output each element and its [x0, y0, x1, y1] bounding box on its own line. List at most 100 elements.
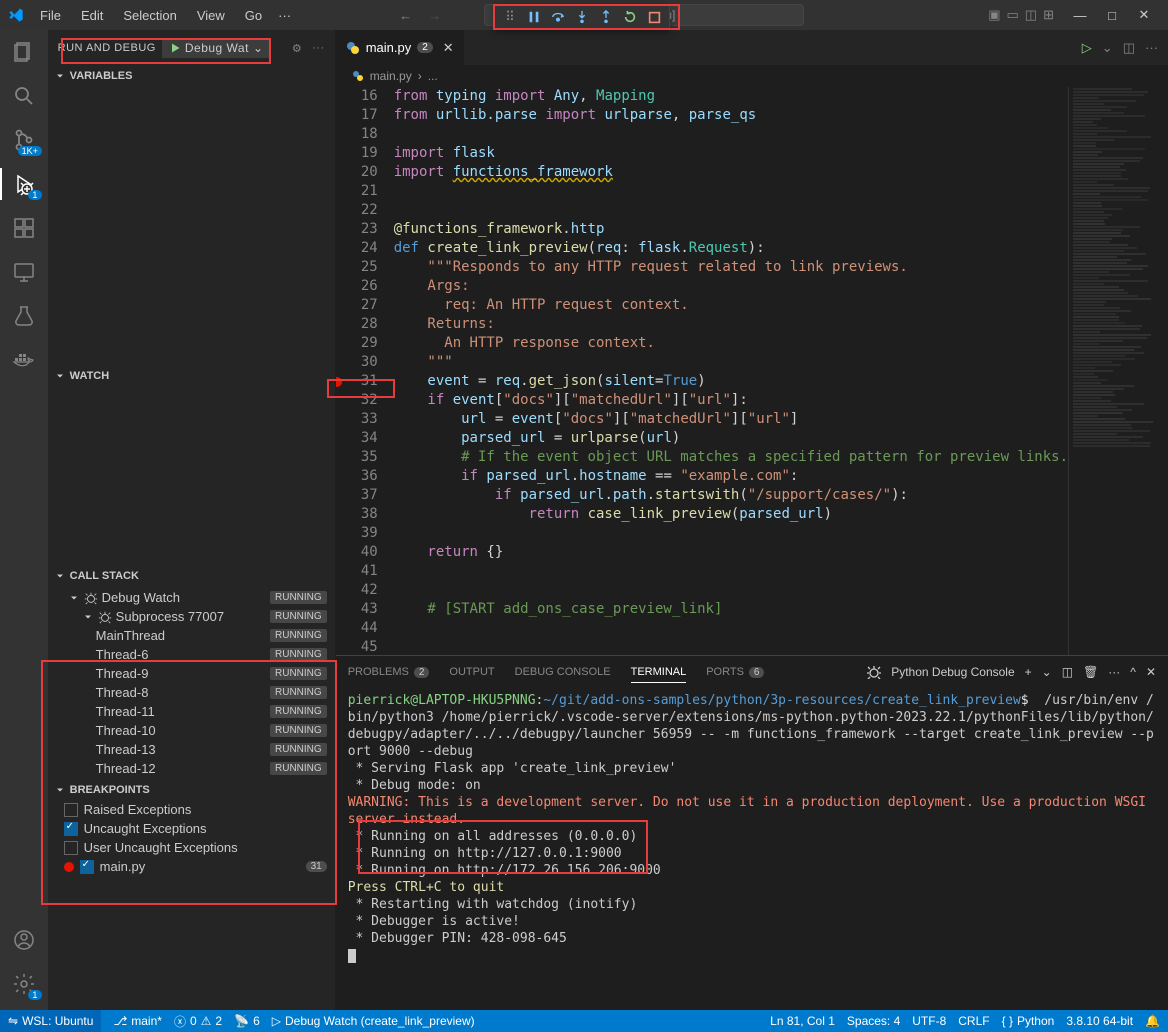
menu-go[interactable]: Go [237, 4, 270, 27]
terminal-name[interactable]: Python Debug Console [891, 665, 1014, 679]
remote-explorer-icon[interactable] [10, 258, 38, 286]
docker-icon[interactable] [10, 346, 38, 374]
new-terminal-icon[interactable]: + [1025, 665, 1032, 679]
callstack-row[interactable]: Thread-6RUNNING [48, 645, 335, 664]
breakpoint-option[interactable]: User Uncaught Exceptions [48, 838, 335, 857]
stop-icon[interactable] [645, 8, 663, 26]
menu-edit[interactable]: Edit [73, 4, 111, 27]
indentation[interactable]: Spaces: 4 [847, 1014, 900, 1028]
panel-tab-debug-console[interactable]: DEBUG CONSOLE [515, 662, 611, 682]
vscode-logo-icon [8, 7, 24, 23]
checkbox[interactable] [64, 841, 78, 855]
layout-icon[interactable]: ⊞ [1043, 7, 1054, 23]
callstack-section[interactable]: CALL STACK [48, 566, 335, 586]
explorer-icon[interactable] [10, 38, 38, 66]
variables-section[interactable]: VARIABLES [48, 66, 335, 86]
checkbox[interactable] [64, 822, 78, 836]
menu-more[interactable]: ··· [270, 4, 299, 27]
git-branch[interactable]: ⎇main* [113, 1014, 162, 1028]
step-out-icon[interactable] [597, 8, 615, 26]
panel-tab-problems[interactable]: PROBLEMS2 [348, 662, 430, 682]
panel-tab-output[interactable]: OUTPUT [449, 662, 494, 682]
menu-view[interactable]: View [189, 4, 233, 27]
encoding[interactable]: UTF-8 [912, 1014, 946, 1028]
breakpoint-option[interactable]: Uncaught Exceptions [48, 819, 335, 838]
panel-tabs: PROBLEMS2 OUTPUT DEBUG CONSOLE TERMINAL PORT… [336, 656, 1168, 688]
layout-icon[interactable]: ▭ [1007, 7, 1019, 23]
checkbox[interactable] [80, 860, 94, 874]
run-debug-icon[interactable]: 1 [10, 170, 38, 198]
close-icon[interactable]: ✕ [1128, 1, 1160, 29]
eol[interactable]: CRLF [958, 1014, 989, 1028]
split-terminal-icon[interactable]: ◫ [1062, 665, 1073, 679]
debug-config-select[interactable]: Debug Wat ⌄ [162, 38, 271, 58]
callstack-row[interactable]: Thread-10RUNNING [48, 721, 335, 740]
problems-status[interactable]: ⓧ0⚠2 [174, 1013, 222, 1030]
extensions-icon[interactable] [10, 214, 38, 242]
debug-status[interactable]: ▷Debug Watch (create_link_preview) [272, 1014, 475, 1028]
editor-tabs: main.py 2 ✕ ▷ ⌄ ◫ ··· [336, 30, 1168, 65]
maximize-icon[interactable]: □ [1096, 1, 1128, 29]
settings-icon[interactable]: 1 [10, 970, 38, 998]
breakpoint-glyph-icon [336, 377, 342, 387]
nav-back-icon[interactable]: ← [399, 8, 412, 23]
python-version[interactable]: 3.8.10 64-bit [1066, 1014, 1133, 1028]
testing-icon[interactable] [10, 302, 38, 330]
layout-icon[interactable]: ▣ [988, 7, 1000, 23]
maximize-panel-icon[interactable]: ^ [1130, 665, 1136, 679]
kill-terminal-icon[interactable]: 🗑 [1083, 665, 1098, 679]
watch-section[interactable]: WATCH [48, 366, 335, 386]
cursor-position[interactable]: Ln 81, Col 1 [770, 1014, 835, 1028]
more-icon[interactable]: ··· [312, 42, 325, 55]
gear-icon[interactable]: ⚙ [292, 42, 302, 55]
callstack-row[interactable]: MainThreadRUNNING [48, 626, 335, 645]
breakpoint-file[interactable]: main.py31 [48, 857, 335, 876]
breakpoint-dot-icon [64, 862, 74, 872]
more-icon[interactable]: ··· [1145, 40, 1158, 56]
panel-tab-ports[interactable]: PORTS6 [706, 662, 764, 682]
drag-handle-icon[interactable]: ⠿ [501, 8, 519, 26]
callstack-row[interactable]: Thread-13RUNNING [48, 740, 335, 759]
run-icon[interactable]: ▷ [1082, 40, 1092, 56]
language-mode[interactable]: { }Python [1002, 1014, 1055, 1028]
panel-tab-terminal[interactable]: TERMINAL [631, 662, 687, 683]
menu-file[interactable]: File [32, 4, 69, 27]
split-editor-icon[interactable]: ◫ [1123, 40, 1135, 56]
callstack-row[interactable]: Debug WatchRUNNING [48, 588, 335, 607]
source-control-icon[interactable]: 1K+ [10, 126, 38, 154]
checkbox[interactable] [64, 803, 78, 817]
nav-forward-icon[interactable]: → [428, 8, 441, 23]
debug-toolbar[interactable]: ⠿ [494, 4, 670, 30]
layout-icon[interactable]: ◫ [1025, 7, 1037, 23]
restart-icon[interactable] [621, 8, 639, 26]
close-panel-icon[interactable]: ✕ [1146, 665, 1156, 679]
activity-bar: 1K+ 1 1 [0, 30, 48, 1010]
callstack-row[interactable]: Thread-12RUNNING [48, 759, 335, 778]
tab-main-py[interactable]: main.py 2 ✕ [336, 30, 465, 65]
code-editor[interactable]: 1617181920212223242526272829303132333435… [336, 87, 1168, 655]
callstack-row[interactable]: Thread-8RUNNING [48, 683, 335, 702]
search-icon[interactable] [10, 82, 38, 110]
ports-status[interactable]: 📡6 [234, 1014, 260, 1028]
close-tab-icon[interactable]: ✕ [443, 40, 454, 56]
minimize-icon[interactable]: — [1064, 1, 1096, 29]
callstack-row[interactable]: Thread-11RUNNING [48, 702, 335, 721]
pause-icon[interactable] [525, 8, 543, 26]
editor-area: main.py 2 ✕ ▷ ⌄ ◫ ··· main.py › ... 1617… [336, 30, 1168, 1010]
menu-bar: FileEditSelectionViewGo [32, 4, 270, 27]
step-over-icon[interactable] [549, 8, 567, 26]
step-into-icon[interactable] [573, 8, 591, 26]
callstack-row[interactable]: Subprocess 77007RUNNING [48, 607, 335, 626]
notifications-icon[interactable]: 🔔 [1145, 1014, 1160, 1028]
minimap[interactable] [1068, 87, 1168, 655]
terminal[interactable]: pierrick@LAPTOP-HKU5PNNG:~/git/add-ons-s… [336, 688, 1168, 1010]
callstack-row[interactable]: Thread-9RUNNING [48, 664, 335, 683]
menu-selection[interactable]: Selection [115, 4, 184, 27]
remote-indicator[interactable]: ⇋WSL: Ubuntu [0, 1010, 101, 1032]
breakpoints-section[interactable]: BREAKPOINTS [48, 780, 335, 800]
breadcrumb[interactable]: main.py › ... [336, 65, 1168, 87]
accounts-icon[interactable] [10, 926, 38, 954]
more-icon[interactable]: ··· [1108, 665, 1120, 679]
breakpoint-option[interactable]: Raised Exceptions [48, 800, 335, 819]
sidebar: RUN AND DEBUG Debug Wat ⌄ ⚙ ··· VARIABLE… [48, 30, 336, 1010]
